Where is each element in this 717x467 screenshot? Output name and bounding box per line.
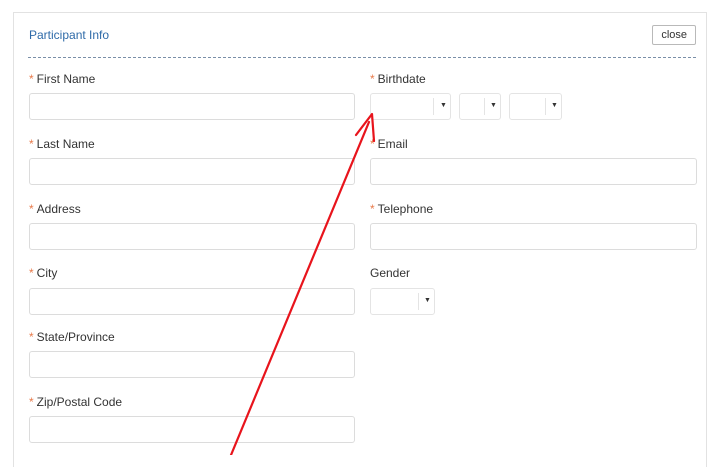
required-marker: * [29, 202, 34, 216]
zip-postal-code-input[interactable] [29, 416, 355, 443]
birthdate-year-select[interactable]: ▼ [509, 93, 562, 120]
required-marker: * [29, 266, 34, 280]
select-divider [418, 293, 419, 310]
required-marker: * [370, 202, 375, 216]
email-input[interactable] [370, 158, 697, 185]
email-label: * Email [370, 137, 408, 151]
address-label: * Address [29, 202, 81, 216]
caret-down-icon: ▼ [440, 102, 447, 109]
required-marker: * [29, 137, 34, 151]
state-province-label: * State/Province [29, 330, 115, 344]
caret-down-icon: ▼ [424, 297, 431, 304]
panel-header: Participant Info close [28, 13, 696, 58]
required-marker: * [29, 72, 34, 86]
birthdate-day-select[interactable]: ▼ [459, 93, 501, 120]
required-marker: * [370, 72, 375, 86]
last-name-label: * Last Name [29, 137, 95, 151]
zip-postal-code-label: * Zip/Postal Code [29, 395, 123, 409]
first-name-label: * First Name [29, 72, 96, 86]
caret-down-icon: ▼ [490, 102, 497, 109]
state-province-input[interactable] [29, 351, 355, 378]
birthdate-month-select[interactable]: ▼ [370, 93, 451, 120]
close-button[interactable]: close [652, 25, 696, 45]
city-label: * City [29, 266, 58, 280]
select-divider [545, 98, 546, 115]
required-marker: * [29, 330, 34, 344]
required-marker: * [29, 395, 34, 409]
gender-label: Gender [370, 266, 411, 280]
city-input[interactable] [29, 288, 355, 315]
gender-select[interactable]: ▼ [370, 288, 435, 315]
caret-down-icon: ▼ [551, 102, 558, 109]
first-name-input[interactable] [29, 93, 355, 120]
select-divider [484, 98, 485, 115]
birthdate-label: * Birthdate [370, 72, 426, 86]
address-input[interactable] [29, 223, 355, 250]
select-divider [433, 98, 434, 115]
panel-title: Participant Info [29, 28, 110, 42]
last-name-input[interactable] [29, 158, 355, 185]
telephone-label: * Telephone [370, 202, 434, 216]
required-marker: * [370, 137, 375, 151]
telephone-input[interactable] [370, 223, 697, 250]
